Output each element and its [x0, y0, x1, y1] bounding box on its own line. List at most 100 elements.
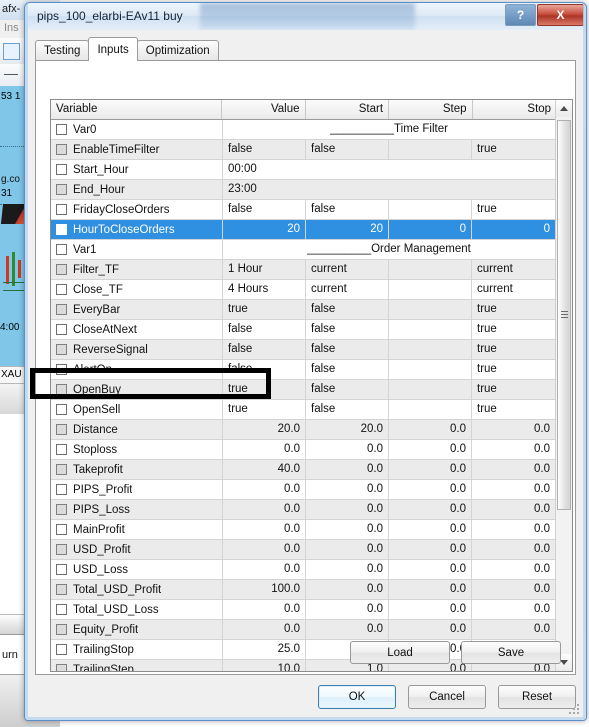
row-start-cell[interactable]: 0.0 [306, 580, 389, 599]
table-row[interactable]: Distance 20.0 20.0 0.0 0.0 [51, 420, 555, 440]
checkbox-icon[interactable] [56, 344, 67, 355]
column-header-start[interactable]: Start [306, 100, 390, 119]
reset-button[interactable]: Reset [498, 685, 576, 709]
table-row[interactable]: ReverseSignal false false true [51, 340, 555, 360]
row-step-cell[interactable]: 0.0 [389, 500, 472, 519]
checkbox-icon[interactable] [56, 204, 67, 215]
row-value-cell[interactable]: false [223, 320, 306, 339]
row-step-cell[interactable] [389, 360, 472, 379]
row-start-cell[interactable]: false [306, 320, 389, 339]
checkbox-icon[interactable] [56, 424, 67, 435]
row-value-cell[interactable]: 100.0 [223, 580, 306, 599]
row-start-cell[interactable]: 0.0 [306, 540, 389, 559]
table-row[interactable]: Total_USD_Profit 100.0 0.0 0.0 0.0 [51, 580, 555, 600]
row-stop-cell[interactable]: 0.0 [472, 480, 555, 499]
checkbox-icon[interactable] [56, 664, 67, 671]
checkbox-icon[interactable] [56, 384, 67, 395]
row-stop-cell[interactable]: current [472, 280, 555, 299]
row-value-cell[interactable]: 20 [223, 220, 306, 239]
row-step-cell[interactable] [389, 320, 472, 339]
row-start-cell[interactable]: 20.0 [306, 420, 389, 439]
table-row[interactable]: Total_USD_Loss 0.0 0.0 0.0 0.0 [51, 600, 555, 620]
checkbox-icon[interactable] [56, 144, 67, 155]
row-stop-cell[interactable]: 0 [472, 220, 555, 239]
table-row[interactable]: PIPS_Profit 0.0 0.0 0.0 0.0 [51, 480, 555, 500]
row-start-cell[interactable]: false [306, 400, 389, 419]
checkbox-icon[interactable] [56, 304, 67, 315]
row-start-cell[interactable]: false [306, 200, 389, 219]
table-row[interactable]: Close_TF 4 Hours current current [51, 280, 555, 300]
column-header-stop[interactable]: Stop [473, 100, 557, 119]
row-step-cell[interactable]: 0.0 [389, 420, 472, 439]
row-value-cell[interactable]: 20.0 [223, 420, 306, 439]
checkbox-icon[interactable] [56, 364, 67, 375]
row-start-cell[interactable]: false [306, 140, 389, 159]
row-step-cell[interactable] [389, 380, 472, 399]
grid-vertical-scrollbar[interactable] [555, 100, 572, 671]
checkbox-icon[interactable] [56, 324, 67, 335]
row-step-cell[interactable]: 0.0 [389, 620, 472, 639]
row-start-cell[interactable]: false [306, 360, 389, 379]
row-stop-cell[interactable]: true [472, 140, 555, 159]
save-button[interactable]: Save [461, 641, 561, 664]
row-value-cell[interactable]: false [223, 140, 306, 159]
row-value-cell[interactable]: false [223, 200, 306, 219]
row-value-cell[interactable]: 4 Hours [223, 280, 306, 299]
row-step-cell[interactable] [389, 300, 472, 319]
row-value-cell[interactable]: 0.0 [223, 520, 306, 539]
column-header-variable[interactable]: Variable [51, 100, 222, 119]
row-value-cell[interactable]: 0.0 [223, 620, 306, 639]
row-step-cell[interactable]: 0.0 [389, 480, 472, 499]
table-row[interactable]: AlertOn false false true [51, 360, 555, 380]
row-stop-cell[interactable]: true [472, 360, 555, 379]
row-stop-cell[interactable]: 0.0 [472, 440, 555, 459]
row-stop-cell[interactable]: 0.0 [472, 560, 555, 579]
table-row[interactable]: Var0 __________Time Filter [51, 120, 555, 140]
row-start-cell[interactable]: 0.0 [306, 440, 389, 459]
table-row[interactable]: FridayCloseOrders false false true [51, 200, 555, 220]
column-header-value[interactable]: Value [222, 100, 306, 119]
row-start-cell[interactable]: current [306, 260, 389, 279]
row-step-cell[interactable]: 0.0 [389, 540, 472, 559]
ok-button[interactable]: OK [318, 685, 396, 709]
checkbox-icon[interactable] [56, 284, 67, 295]
row-value-cell[interactable]: false [223, 360, 306, 379]
row-stop-cell[interactable]: 0.0 [472, 420, 555, 439]
load-button[interactable]: Load [350, 641, 450, 664]
checkbox-icon[interactable] [56, 124, 67, 135]
row-group-label[interactable]: __________Order Management [223, 240, 555, 259]
row-value-cell[interactable]: true [223, 380, 306, 399]
checkbox-icon[interactable] [56, 444, 67, 455]
row-step-cell[interactable] [389, 200, 472, 219]
checkbox-icon[interactable] [56, 464, 67, 475]
row-stop-cell[interactable]: true [472, 200, 555, 219]
row-start-cell[interactable]: current [306, 280, 389, 299]
close-button[interactable]: X [537, 4, 584, 26]
row-stop-cell[interactable]: true [472, 300, 555, 319]
checkbox-icon[interactable] [56, 404, 67, 415]
row-value-cell[interactable]: 40.0 [223, 460, 306, 479]
row-stop-cell[interactable]: 0.0 [472, 500, 555, 519]
row-step-cell[interactable] [389, 140, 472, 159]
checkbox-icon[interactable] [56, 604, 67, 615]
table-row[interactable]: EveryBar true false true [51, 300, 555, 320]
row-value-cell[interactable]: 00:00 [223, 160, 555, 179]
row-stop-cell[interactable]: true [472, 320, 555, 339]
column-header-step[interactable]: Step [389, 100, 473, 119]
table-row[interactable]: OpenBuy true false true [51, 380, 555, 400]
row-start-cell[interactable]: 0.0 [306, 460, 389, 479]
row-start-cell[interactable]: false [306, 340, 389, 359]
row-value-cell[interactable]: 0.0 [223, 440, 306, 459]
tab-optimization[interactable]: Optimization [136, 40, 219, 60]
row-start-cell[interactable]: 0.0 [306, 560, 389, 579]
cancel-button[interactable]: Cancel [408, 685, 486, 709]
row-step-cell[interactable] [389, 260, 472, 279]
checkbox-icon[interactable] [56, 504, 67, 515]
row-value-cell[interactable]: 0.0 [223, 480, 306, 499]
row-start-cell[interactable]: 0.0 [306, 480, 389, 499]
table-row[interactable]: Equity_Profit 0.0 0.0 0.0 0.0 [51, 620, 555, 640]
row-stop-cell[interactable]: 0.0 [472, 460, 555, 479]
row-group-label[interactable]: __________Time Filter [223, 120, 555, 139]
row-stop-cell[interactable]: current [472, 260, 555, 279]
row-value-cell[interactable]: 10.0 [223, 660, 306, 671]
